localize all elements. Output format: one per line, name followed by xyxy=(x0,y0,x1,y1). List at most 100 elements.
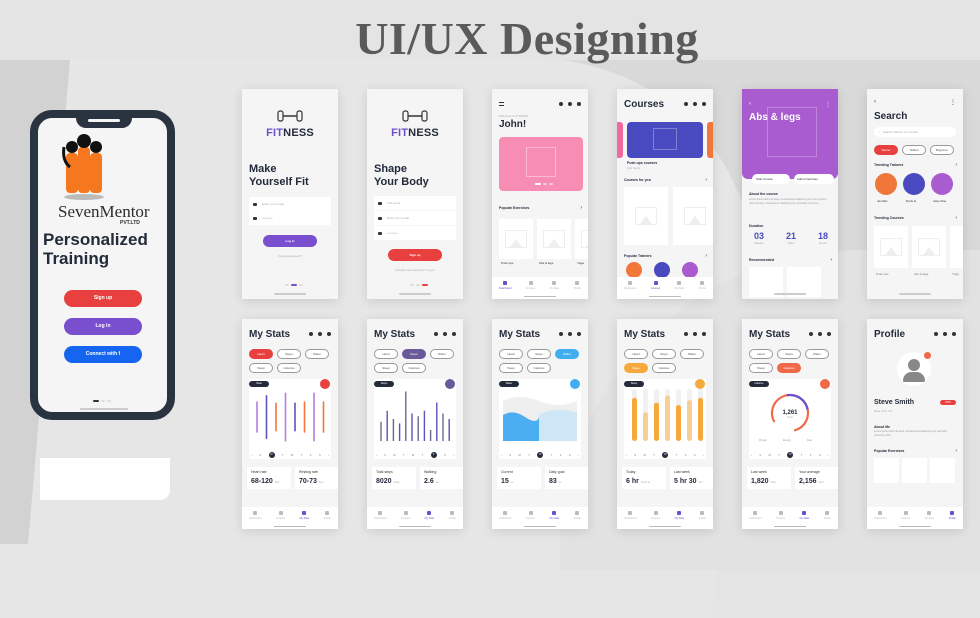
menu-icon[interactable] xyxy=(499,102,504,106)
filter-beginner[interactable]: Beginner xyxy=(930,145,954,155)
day-item[interactable]: F xyxy=(685,454,687,457)
day-item[interactable]: T xyxy=(301,454,303,457)
chip-calories[interactable]: Calories xyxy=(777,363,801,373)
day-item[interactable]: W xyxy=(537,452,544,458)
filter-skilled[interactable]: Skilled xyxy=(902,145,926,155)
day-item[interactable]: › xyxy=(328,454,329,457)
course-card-next[interactable] xyxy=(707,122,713,158)
email-input[interactable]: Enter your email xyxy=(374,211,456,225)
course-card[interactable] xyxy=(950,226,963,268)
day-item[interactable]: M xyxy=(268,452,275,458)
chevron-right-icon[interactable]: › xyxy=(955,162,957,168)
nav-profile[interactable]: Profile xyxy=(824,511,831,529)
exercise-thumb[interactable] xyxy=(902,458,927,483)
chip-sleep[interactable]: Sleep xyxy=(624,363,648,373)
gear-icon[interactable] xyxy=(577,332,581,336)
day-item[interactable]: M xyxy=(644,454,646,457)
login-link[interactable]: Already have account? Log in xyxy=(367,268,463,272)
chip-calories[interactable]: Calories xyxy=(277,363,301,373)
exercise-thumb[interactable] xyxy=(874,458,899,483)
day-item[interactable]: S xyxy=(819,454,821,457)
exercise-thumb[interactable] xyxy=(930,458,955,483)
stat-card-secondary[interactable]: Walking 2.6 km xyxy=(420,467,463,489)
exercise-card[interactable] xyxy=(575,219,588,259)
gear-icon[interactable] xyxy=(952,332,956,336)
search-input[interactable]: ○ Search trainers or courses xyxy=(874,127,956,137)
chip-steps[interactable]: Steps xyxy=(402,349,426,359)
trainer-avatar[interactable] xyxy=(682,262,698,278)
day-item[interactable]: S xyxy=(694,454,696,457)
chip-steps[interactable]: Steps xyxy=(527,349,551,359)
day-item[interactable]: M xyxy=(393,454,395,457)
bell-icon[interactable] xyxy=(818,332,822,336)
day-item[interactable]: S xyxy=(384,454,386,457)
nav-dashboard[interactable]: Dashboard xyxy=(874,511,886,529)
chip-heart[interactable]: Heart xyxy=(499,349,523,359)
log-in-button[interactable]: Log in xyxy=(263,235,317,247)
search-icon[interactable] xyxy=(934,332,938,336)
stat-card-secondary[interactable]: Daily goal 83 oz xyxy=(545,467,588,489)
day-item[interactable]: T xyxy=(282,454,284,457)
gear-icon[interactable] xyxy=(327,332,331,336)
nav-dashboard[interactable]: Dashboard xyxy=(749,511,761,529)
more-icon[interactable]: ⋮ xyxy=(950,99,956,106)
chip-calories[interactable]: Calories xyxy=(652,363,676,373)
day-item[interactable]: W xyxy=(412,454,414,457)
day-item[interactable]: ‹ xyxy=(626,454,627,457)
day-item[interactable]: T xyxy=(403,454,405,457)
trainer-avatar[interactable] xyxy=(626,262,642,278)
day-item[interactable]: ‹ xyxy=(751,454,752,457)
chevron-right-icon[interactable]: › xyxy=(830,257,832,263)
chevron-right-icon[interactable]: › xyxy=(705,253,707,259)
bell-icon[interactable] xyxy=(693,102,697,106)
sign-up-button[interactable]: Sign up xyxy=(388,249,442,261)
nav-profile[interactable]: Profile xyxy=(574,281,581,299)
bell-icon[interactable] xyxy=(943,332,947,336)
chevron-right-icon[interactable]: › xyxy=(955,215,957,221)
chip-steps[interactable]: Steps xyxy=(777,349,801,359)
course-card[interactable] xyxy=(624,187,668,245)
nav-dashboard[interactable]: Dashboard xyxy=(499,511,511,529)
day-item[interactable]: W xyxy=(291,454,293,457)
avatar[interactable] xyxy=(897,352,931,386)
nav-profile[interactable]: Profile xyxy=(949,511,956,529)
chip-water[interactable]: Water xyxy=(430,349,454,359)
bell-icon[interactable] xyxy=(318,332,322,336)
day-item[interactable]: M xyxy=(519,454,521,457)
stat-card-primary[interactable]: Today 6 hr fell at 11 xyxy=(622,467,666,489)
chevron-right-icon[interactable]: › xyxy=(580,205,582,211)
chip-sleep[interactable]: Sleep xyxy=(749,363,773,373)
stat-card-secondary[interactable]: Resting rate 70-73 bpm xyxy=(295,467,338,489)
connect-facebook-button[interactable]: Connect with f xyxy=(64,346,142,363)
course-card[interactable] xyxy=(912,226,946,268)
edit-icon[interactable] xyxy=(924,352,931,359)
chip-sleep[interactable]: Sleep xyxy=(374,363,398,373)
chip-water[interactable]: Water xyxy=(805,349,829,359)
day-item[interactable]: ‹ xyxy=(501,454,502,457)
nav-dashboard[interactable]: Dashboard xyxy=(249,511,261,529)
trainer-avatar[interactable] xyxy=(654,262,670,278)
chip-calories[interactable]: Calories xyxy=(402,363,426,373)
chip-sleep[interactable]: Sleep xyxy=(499,363,523,373)
day-item[interactable]: T xyxy=(528,454,530,457)
back-icon[interactable]: ‹ xyxy=(749,101,751,107)
day-item[interactable]: T xyxy=(801,454,803,457)
day-item[interactable]: ‹ xyxy=(376,454,377,457)
day-item[interactable]: F xyxy=(310,454,312,457)
chevron-right-icon[interactable]: › xyxy=(955,448,957,454)
gear-icon[interactable] xyxy=(577,102,581,106)
nav-profile[interactable]: Profile xyxy=(699,281,706,299)
gear-icon[interactable] xyxy=(702,102,706,106)
bell-icon[interactable] xyxy=(693,332,697,336)
exercise-card[interactable] xyxy=(499,219,533,259)
bell-icon[interactable] xyxy=(443,332,447,336)
day-item[interactable]: T xyxy=(551,454,553,457)
bell-icon[interactable] xyxy=(568,102,572,106)
search-icon[interactable] xyxy=(559,102,563,106)
chip-calories[interactable]: Calories xyxy=(527,363,551,373)
password-input[interactable]: •••••••••• xyxy=(374,226,456,240)
day-item[interactable]: W xyxy=(787,452,794,458)
day-item[interactable]: F xyxy=(430,452,437,458)
add-favorites-button[interactable]: Add to favorites xyxy=(794,174,834,184)
full-name-input[interactable]: Full name xyxy=(374,196,456,210)
